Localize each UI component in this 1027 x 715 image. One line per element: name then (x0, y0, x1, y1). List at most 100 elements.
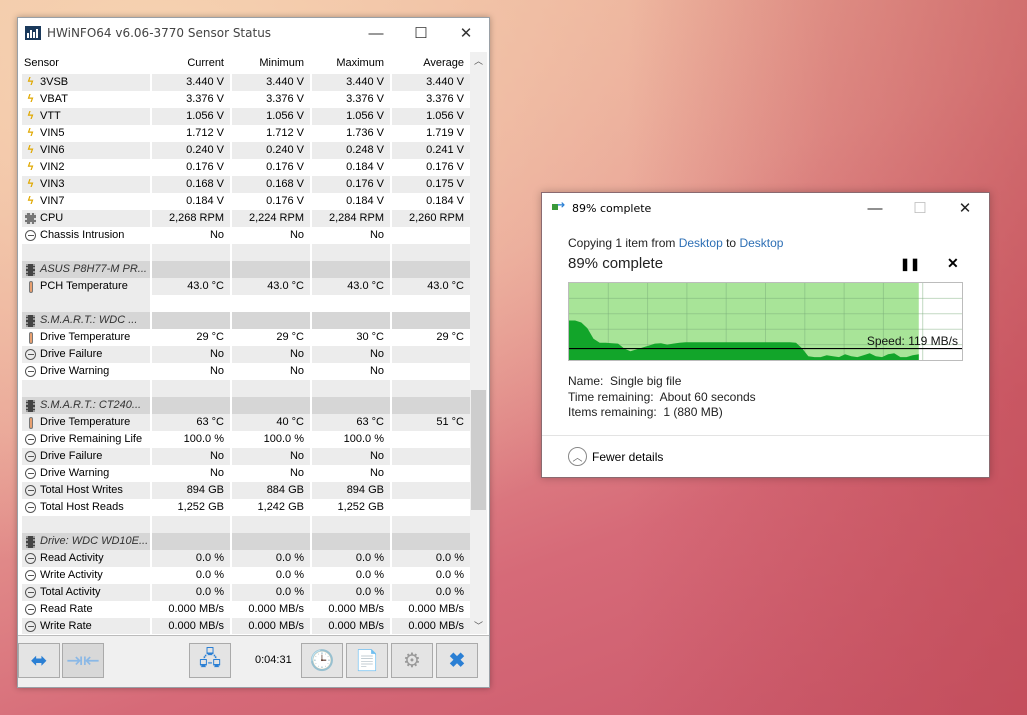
value-cell: 0.000 MB/s (230, 618, 310, 634)
fewer-details-button[interactable]: ︿ Fewer details (568, 447, 663, 466)
column-header-maximum[interactable]: Maximum (310, 52, 390, 74)
maximize-button[interactable]: ☐ (398, 18, 444, 48)
reset-clock-button[interactable]: 🕒 (301, 643, 343, 678)
value-cell (390, 346, 470, 363)
logging-button[interactable]: 📄 (346, 643, 388, 678)
value-cell: No (310, 346, 390, 363)
table-row[interactable]: ϟ VTT 1.056 V 1.056 V 1.056 V 1.056 V (22, 108, 470, 125)
value-cell: 1.719 V (390, 125, 470, 142)
table-row[interactable]: Total Host Writes 894 GB 884 GB 894 GB (22, 482, 470, 499)
value-cell: 0.0 % (150, 550, 230, 567)
table-row[interactable]: Drive Warning No No No (22, 465, 470, 482)
table-row[interactable]: Drive Warning No No No (22, 363, 470, 380)
voltage-icon: ϟ (27, 93, 34, 105)
value-cell: 0.175 V (390, 176, 470, 193)
value-cell: 0.0 % (150, 584, 230, 601)
table-row[interactable]: ϟ VIN3 0.168 V 0.168 V 0.176 V 0.175 V (22, 176, 470, 193)
destination-link[interactable]: Desktop (739, 236, 783, 250)
voltage-icon: ϟ (27, 76, 34, 88)
sensor-name: VIN7 (40, 195, 65, 207)
value-cell (230, 397, 310, 414)
settings-button[interactable]: ⚙ (391, 643, 433, 678)
collapse-columns-button[interactable]: ⇥⇤ (62, 643, 104, 678)
table-row[interactable]: Write Rate 0.000 MB/s 0.000 MB/s 0.000 MB/s… (22, 618, 470, 634)
minimize-button[interactable]: — (852, 193, 898, 223)
arrows-inward-icon: ⇥⇤ (66, 650, 100, 672)
items-remaining-detail: Items remaining: 1 (880 MB) (568, 405, 723, 419)
table-row[interactable]: PCH Temperature 43.0 °C 43.0 °C 43.0 °C 43.0… (22, 278, 470, 295)
vertical-scrollbar[interactable]: ︿ ﹀ (470, 52, 487, 634)
sensor-name-cell: ϟ VBAT (22, 91, 150, 108)
close-button[interactable]: ✕ (443, 18, 489, 48)
close-sensors-button[interactable]: ✖ (436, 643, 478, 678)
sensor-name: Total Host Reads (40, 501, 124, 513)
copy-window-title: 89% complete (572, 201, 652, 215)
sensor-name: Read Activity (40, 552, 104, 564)
pause-button[interactable]: ❚❚ (900, 257, 920, 271)
column-header-sensor[interactable]: Sensor (22, 52, 150, 74)
network-button[interactable]: 🖧 (189, 643, 231, 678)
table-row[interactable]: Drive Failure No No No (22, 346, 470, 363)
sensor-name-cell: ASUS P8H77-M PR... (22, 261, 150, 278)
value-cell: 0.176 V (230, 193, 310, 210)
sensor-name: S.M.A.R.T.: WDC ... (40, 314, 138, 326)
table-row[interactable]: Chassis Intrusion No No No (22, 227, 470, 244)
thermometer-icon (24, 331, 37, 344)
table-row[interactable]: Drive Failure No No No (22, 448, 470, 465)
value-cell: 2,224 RPM (230, 210, 310, 227)
column-header-minimum[interactable]: Minimum (230, 52, 310, 74)
divider (542, 435, 989, 436)
table-row[interactable]: ϟ 3VSB 3.440 V 3.440 V 3.440 V 3.440 V (22, 74, 470, 91)
clock-icon (24, 365, 37, 378)
sensor-group-row[interactable]: S.M.A.R.T.: CT240... (22, 397, 470, 414)
table-row[interactable]: Drive Temperature 29 °C 29 °C 30 °C 29 °C (22, 329, 470, 346)
scrollbar-thumb[interactable] (471, 390, 486, 510)
value-cell: 3.440 V (230, 74, 310, 91)
value-cell: 29 °C (230, 329, 310, 346)
value-cell: 1.056 V (230, 108, 310, 125)
table-row[interactable]: CPU 2,268 RPM 2,224 RPM 2,284 RPM 2,260 RPM (22, 210, 470, 227)
table-row[interactable]: Total Host Reads 1,252 GB 1,242 GB 1,252 GB (22, 499, 470, 516)
close-x-icon: ✖ (448, 650, 466, 672)
table-row[interactable]: ϟ VIN2 0.176 V 0.176 V 0.184 V 0.176 V (22, 159, 470, 176)
sensor-group-row[interactable]: ASUS P8H77-M PR... (22, 261, 470, 278)
voltage-icon: ϟ (27, 195, 34, 207)
table-row[interactable]: ϟ VBAT 3.376 V 3.376 V 3.376 V 3.376 V (22, 91, 470, 108)
sensor-name: PCH Temperature (40, 280, 128, 292)
table-row[interactable]: Drive Temperature 63 °C 40 °C 63 °C 51 °C (22, 414, 470, 431)
sensor-group-row[interactable]: Drive: WDC WD10E... (22, 533, 470, 550)
sensor-name-cell: Write Activity (22, 567, 150, 584)
value-cell: 0.248 V (310, 142, 390, 159)
table-row[interactable]: Write Activity 0.0 % 0.0 % 0.0 % 0.0 % (22, 567, 470, 584)
chip-icon (24, 263, 37, 276)
sensor-group-row[interactable]: S.M.A.R.T.: WDC ... (22, 312, 470, 329)
value-cell: 29 °C (150, 329, 230, 346)
blank-row (22, 516, 470, 533)
table-row[interactable]: ϟ VIN5 1.712 V 1.712 V 1.736 V 1.719 V (22, 125, 470, 142)
scroll-up-arrow[interactable]: ︿ (470, 54, 487, 67)
copy-titlebar[interactable]: 89% complete — ☐ ✕ (542, 193, 989, 223)
minimize-button[interactable]: — (353, 18, 399, 48)
table-row[interactable]: ϟ VIN6 0.240 V 0.240 V 0.248 V 0.241 V (22, 142, 470, 159)
column-header-current[interactable]: Current (150, 52, 230, 74)
value-cell (150, 312, 230, 329)
source-link[interactable]: Desktop (679, 236, 723, 250)
sensor-name-cell: Drive Temperature (22, 414, 150, 431)
table-row[interactable]: Total Activity 0.0 % 0.0 % 0.0 % 0.0 % (22, 584, 470, 601)
value-cell (230, 516, 310, 533)
expand-columns-button[interactable]: ⬌ (18, 643, 60, 678)
column-header-average[interactable]: Average (390, 52, 470, 74)
clock-icon (24, 552, 37, 565)
table-row[interactable]: ϟ VIN7 0.184 V 0.176 V 0.184 V 0.184 V (22, 193, 470, 210)
value-cell: No (310, 465, 390, 482)
table-row[interactable]: Read Activity 0.0 % 0.0 % 0.0 % 0.0 % (22, 550, 470, 567)
hwinfo-titlebar[interactable]: HWiNFO64 v6.06-3770 Sensor Status — ☐ ✕ (18, 18, 489, 48)
close-button[interactable]: ✕ (942, 193, 988, 223)
table-row[interactable]: Drive Remaining Life 100.0 % 100.0 % 100.0 … (22, 431, 470, 448)
scroll-down-arrow[interactable]: ﹀ (470, 619, 487, 632)
sensor-name-cell: Drive Warning (22, 465, 150, 482)
table-row[interactable]: Read Rate 0.000 MB/s 0.000 MB/s 0.000 MB/s 0… (22, 601, 470, 618)
cancel-button[interactable]: ✕ (947, 255, 959, 272)
voltage-icon: ϟ (27, 110, 34, 122)
sensor-name: Drive Remaining Life (40, 433, 143, 445)
